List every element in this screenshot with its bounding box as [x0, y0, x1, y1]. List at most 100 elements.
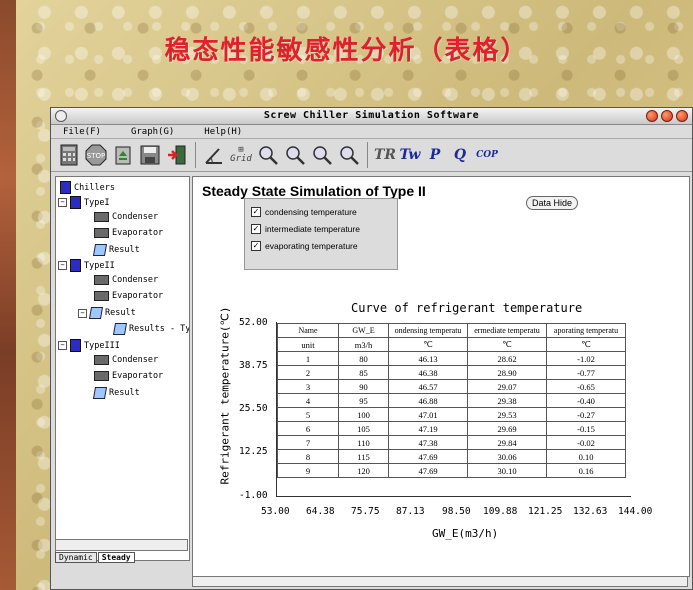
tree-evaporator[interactable]: Evaporator [94, 228, 163, 238]
check-condensing[interactable]: ✓ condensing temperature [251, 207, 357, 217]
collapse-icon[interactable]: − [58, 198, 67, 207]
tab-steady[interactable]: Steady [97, 552, 135, 563]
menu-graph[interactable]: Graph(G) [131, 127, 174, 137]
tree-evaporator[interactable]: Evaporator [94, 291, 163, 301]
zoom-in-icon[interactable] [256, 143, 280, 167]
angle-icon[interactable] [202, 143, 226, 167]
evaporator-icon [94, 228, 109, 238]
menu-file[interactable]: File(F) [63, 127, 101, 137]
p-button[interactable]: P [424, 143, 446, 167]
recycle-icon[interactable] [111, 143, 135, 167]
cop-button[interactable]: COP [474, 143, 500, 167]
table-cell: 47.01 [388, 407, 468, 422]
condenser-icon [94, 275, 109, 285]
chiller-icon [70, 259, 81, 272]
zoom-fit-icon[interactable] [310, 143, 334, 167]
window-title: Screw Chiller Simulation Software [263, 110, 480, 121]
tree-results-ty[interactable]: Results - Ty [112, 323, 190, 335]
collapse-icon[interactable]: − [78, 308, 87, 318]
data-hide-button[interactable]: Data Hide [526, 196, 579, 210]
zoom-out-icon[interactable] [283, 143, 307, 167]
table-cell: 0.10 [546, 449, 626, 464]
tree-type2[interactable]: − TypeII [58, 259, 115, 272]
table-cell: 5 [277, 407, 339, 422]
tree-result[interactable]: Result [92, 244, 140, 256]
table-cell: 9 [277, 463, 339, 478]
check-intermediate[interactable]: ✓ intermediate temperature [251, 224, 360, 234]
y-axis-label: Refrigerant temperature(℃) [218, 306, 232, 485]
table-row: 9 120 47.69 30.10 0.16 [277, 463, 626, 478]
result-icon [92, 387, 108, 399]
tree-type3[interactable]: − TypeIII [58, 339, 120, 352]
tab-dynamic[interactable]: Dynamic [55, 552, 97, 563]
calculator-icon[interactable] [57, 143, 81, 167]
stop-icon[interactable]: STOP [84, 143, 108, 167]
tree-label: Result [105, 308, 136, 318]
tree-label: Condenser [112, 212, 159, 222]
y-tick: -1.00 [239, 490, 268, 501]
series-checklist: ✓ condensing temperature ✓ intermediate te… [244, 198, 398, 270]
collapse-icon[interactable]: − [58, 261, 67, 270]
table-row: 1 80 46.13 28.62 -1.02 [277, 351, 626, 366]
table-cell: 120 [338, 463, 389, 478]
tree-result[interactable]: Result [92, 387, 140, 399]
table-cell: 29.84 [467, 435, 547, 450]
check-label: condensing temperature [265, 207, 357, 217]
checkbox[interactable]: ✓ [251, 224, 261, 234]
tree-label: Results - Ty [129, 324, 190, 334]
collapse-icon[interactable] [676, 110, 688, 122]
tree-condenser[interactable]: Condenser [94, 275, 158, 285]
tree-condenser[interactable]: Condenser [94, 212, 158, 222]
tr-button[interactable]: TR [374, 143, 396, 167]
y-tick: 12.25 [239, 446, 268, 457]
tw-button[interactable]: Tw [399, 143, 421, 167]
tree-evaporator[interactable]: Evaporator [94, 371, 163, 381]
table-cell: 46.57 [388, 379, 468, 394]
table-cell: 0.16 [546, 463, 626, 478]
window-controls [646, 110, 688, 122]
checkbox[interactable]: ✓ [251, 241, 261, 251]
collapse-icon[interactable]: − [58, 341, 67, 350]
chart-title: Curve of refrigerant temperature [351, 301, 583, 315]
save-icon[interactable] [138, 143, 162, 167]
table-row: 6 105 47.19 29.69 -0.15 [277, 421, 626, 436]
menu-help[interactable]: Help(H) [204, 127, 242, 137]
tree-type1[interactable]: − TypeI [58, 196, 110, 209]
checkbox[interactable]: ✓ [251, 207, 261, 217]
x-tick: 64.38 [306, 506, 335, 517]
zoom-icon[interactable] [661, 110, 673, 122]
exit-icon[interactable] [165, 143, 189, 167]
q-button[interactable]: Q [449, 143, 471, 167]
tree-label: Condenser [112, 355, 159, 365]
title-bar[interactable]: Screw Chiller Simulation Software [51, 108, 692, 125]
table-row: 7 110 47.38 29.84 -0.02 [277, 435, 626, 450]
table-cell: 47.19 [388, 421, 468, 436]
table-cell: 29.69 [467, 421, 547, 436]
table-cell: m3/h [338, 337, 389, 352]
table-cell: 7 [277, 435, 339, 450]
tree-condenser[interactable]: Condenser [94, 355, 158, 365]
check-label: intermediate temperature [265, 224, 360, 234]
check-evaporating[interactable]: ✓ evaporating temperature [251, 241, 358, 251]
grid-icon[interactable]: ⊞ Grid [229, 143, 253, 167]
table-cell: 47.69 [388, 463, 468, 478]
table-cell: 105 [338, 421, 389, 436]
table-cell: 95 [338, 393, 389, 408]
x-tick: 98.50 [442, 506, 471, 517]
slide-decor-strip [0, 0, 16, 590]
table-cell: 8 [277, 449, 339, 464]
table-cell: 80 [338, 351, 389, 366]
minimize-icon[interactable] [646, 110, 658, 122]
zoom-reset-icon[interactable] [337, 143, 361, 167]
toolbar: STOP ⊞ Grid TR Tw P Q COP [51, 139, 692, 172]
table-cell: 110 [338, 435, 389, 450]
x-tick: 121.25 [528, 506, 563, 517]
page-title: Steady State Simulation of Type II [202, 183, 426, 199]
table-cell: ℃ [467, 337, 547, 352]
table-cell: 30.10 [467, 463, 547, 478]
main-scrollbar[interactable] [192, 576, 688, 587]
tree-root[interactable]: Chillers [60, 181, 115, 194]
table-cell: 1 [277, 351, 339, 366]
tree-result[interactable]: − Result [78, 307, 136, 319]
tree-scrollbar[interactable] [55, 539, 188, 551]
